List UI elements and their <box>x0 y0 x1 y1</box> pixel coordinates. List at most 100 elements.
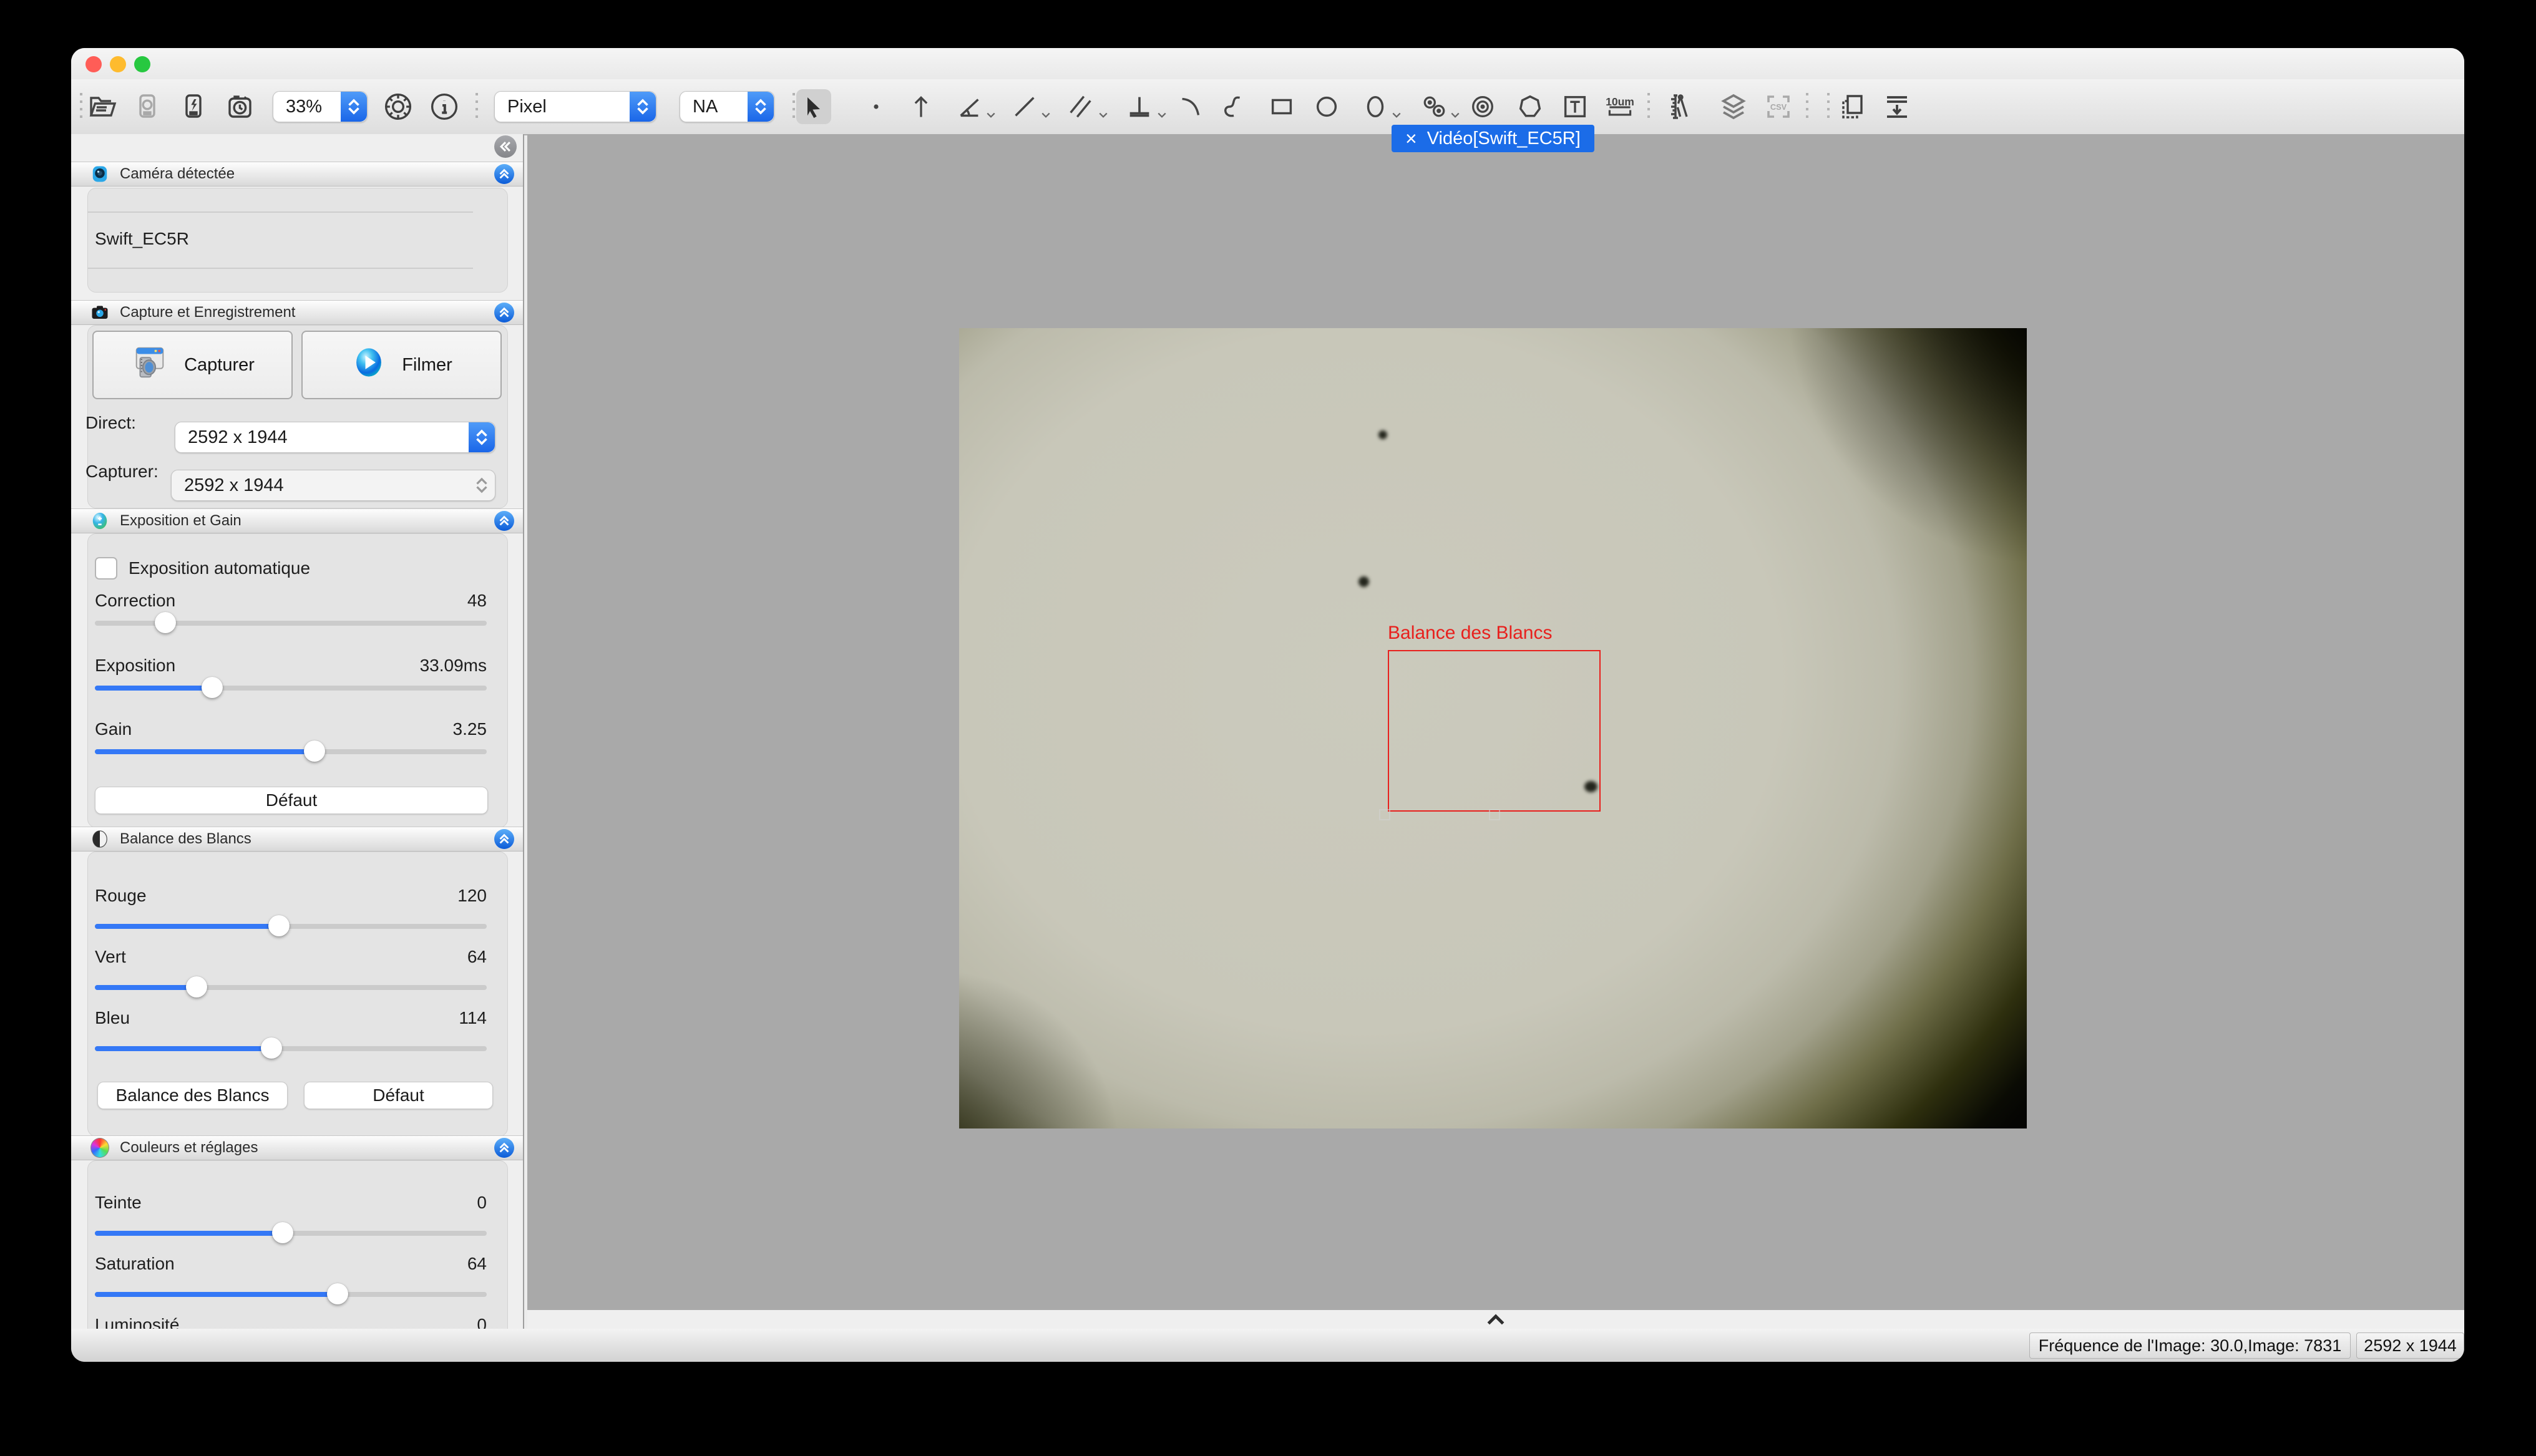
camera-timer-button[interactable] <box>225 92 255 122</box>
teinte-value: 0 <box>477 1193 487 1213</box>
unit-stepper[interactable] <box>630 92 656 122</box>
line-tool-menu[interactable] <box>1041 112 1051 119</box>
parallel-lines-icon <box>1066 92 1095 121</box>
live-resolution-stepper[interactable] <box>469 422 495 452</box>
angle-tool-menu[interactable] <box>986 112 996 119</box>
white-balance-roi[interactable] <box>1388 650 1601 812</box>
ellipse-tool-button[interactable] <box>1361 92 1390 121</box>
arc-tool-button[interactable] <box>1176 92 1205 121</box>
live-resolution-select[interactable]: 2592 x 1944 <box>175 422 495 453</box>
linked-circles-tool-button[interactable] <box>1420 92 1448 121</box>
open-file-button[interactable] <box>87 92 117 122</box>
camera-flash-button[interactable] <box>178 92 208 122</box>
unit-select[interactable]: Pixel <box>494 91 656 122</box>
export-button[interactable] <box>1882 92 1912 122</box>
text-tool-button[interactable] <box>1561 92 1589 121</box>
collapse-capture-section-button[interactable] <box>494 303 514 323</box>
collapse-sidebar-button[interactable] <box>494 135 517 158</box>
saturation-slider[interactable] <box>95 1283 487 1306</box>
gain-slider[interactable] <box>95 740 487 763</box>
wb-default-button[interactable]: Défaut <box>304 1082 493 1109</box>
pointer-tool-button[interactable] <box>796 89 831 124</box>
circle-tool-button[interactable] <box>1312 92 1341 121</box>
measure-tool-button[interactable] <box>1662 92 1692 122</box>
minimize-window-button[interactable] <box>110 56 126 72</box>
slider-thumb[interactable] <box>272 1222 293 1243</box>
live-resolution-label: Direct: <box>85 413 136 433</box>
line-tool-button[interactable] <box>1010 92 1039 121</box>
dust-speck <box>1358 576 1369 587</box>
slider-thumb[interactable] <box>261 1037 282 1059</box>
roi-resize-handle[interactable] <box>1489 809 1500 820</box>
perpendicular-tool-button[interactable] <box>1125 92 1154 121</box>
separator <box>87 211 473 213</box>
close-tab-icon[interactable]: × <box>1405 129 1417 148</box>
rectangle-tool-button[interactable] <box>1267 92 1296 121</box>
na-stepper[interactable] <box>748 92 774 122</box>
bleu-slider[interactable] <box>95 1037 487 1060</box>
zoom-stepper[interactable] <box>341 92 367 122</box>
layers-button[interactable] <box>1719 92 1748 122</box>
angle-tool-button[interactable] <box>955 92 984 121</box>
rouge-slider[interactable] <box>95 915 487 938</box>
image-viewport[interactable]: Balance des Blancs × Vidéo[Swift_EC5R] <box>527 134 2464 1310</box>
camera-name-row[interactable]: Swift_EC5R <box>95 229 487 249</box>
section-header-exposure[interactable]: Exposition et Gain <box>71 508 523 533</box>
section-header-white-balance[interactable]: Balance des Blancs <box>71 827 523 852</box>
expand-panel-chevron[interactable] <box>1485 1313 1506 1326</box>
camera-name: Swift_EC5R <box>95 229 189 249</box>
zoom-window-button[interactable] <box>134 56 150 72</box>
info-button[interactable] <box>429 91 460 122</box>
polygon-tool-button[interactable] <box>1516 92 1544 121</box>
parallel-lines-tool-menu[interactable] <box>1098 112 1108 119</box>
camera-button-disabled <box>132 92 162 122</box>
auto-exposure-checkbox[interactable] <box>95 557 117 580</box>
ellipse-tool-menu[interactable] <box>1392 112 1402 119</box>
settings-button[interactable] <box>383 91 414 122</box>
collapse-colors-section-button[interactable] <box>494 1138 514 1158</box>
zoom-level-select[interactable]: 33% <box>273 91 368 122</box>
arrow-tool-button[interactable] <box>907 93 935 120</box>
close-window-button[interactable] <box>85 56 102 72</box>
parallel-lines-tool-button[interactable] <box>1066 92 1095 121</box>
saturation-label: Saturation <box>95 1254 175 1274</box>
point-tool-button[interactable] <box>870 100 882 113</box>
teinte-slider[interactable] <box>95 1222 487 1245</box>
record-button[interactable]: Filmer <box>301 331 502 399</box>
snapshot-button[interactable]: Capturer <box>92 331 293 399</box>
section-header-capture[interactable]: Capture et Enregistrement <box>71 300 523 325</box>
white-balance-button[interactable]: Balance des Blancs <box>97 1082 288 1109</box>
slider-thumb[interactable] <box>268 915 290 936</box>
linked-circles-tool-menu[interactable] <box>1450 112 1460 119</box>
collapse-camera-section-button[interactable] <box>494 164 514 184</box>
bleu-row: Bleu 114 <box>95 1008 487 1028</box>
na-select[interactable]: NA <box>680 91 774 122</box>
exposure-default-button[interactable]: Défaut <box>95 787 488 814</box>
point-icon <box>870 100 882 113</box>
scale-bar-tool-button[interactable]: 10um <box>1605 92 1635 122</box>
scale-bar-icon: 10um <box>1605 92 1635 122</box>
vert-slider[interactable] <box>95 976 487 999</box>
exposition-slider[interactable] <box>95 677 487 699</box>
correction-slider[interactable] <box>95 612 487 634</box>
curve-tool-button[interactable] <box>1220 92 1249 121</box>
slider-thumb[interactable] <box>186 976 207 997</box>
section-header-camera[interactable]: Caméra détectée <box>71 162 523 187</box>
wb-default-label: Défaut <box>373 1085 424 1105</box>
slider-thumb[interactable] <box>202 677 223 698</box>
video-tab[interactable]: × Vidéo[Swift_EC5R] <box>1392 125 1594 152</box>
slider-thumb[interactable] <box>155 612 176 633</box>
gain-row: Gain 3.25 <box>95 719 487 739</box>
slider-thumb[interactable] <box>304 740 325 762</box>
copy-button[interactable] <box>1837 92 1867 122</box>
collapse-wb-section-button[interactable] <box>494 829 514 849</box>
slider-thumb[interactable] <box>327 1283 348 1304</box>
circle-icon <box>1312 92 1341 121</box>
section-header-colors[interactable]: Couleurs et réglages <box>71 1135 523 1160</box>
export-icon <box>1882 92 1912 122</box>
concentric-circles-tool-button[interactable] <box>1468 92 1497 121</box>
perpendicular-tool-menu[interactable] <box>1157 112 1167 119</box>
roi-resize-handle[interactable] <box>1379 809 1390 820</box>
collapse-exposure-section-button[interactable] <box>494 511 514 531</box>
live-microscope-view[interactable]: Balance des Blancs <box>959 328 2027 1128</box>
